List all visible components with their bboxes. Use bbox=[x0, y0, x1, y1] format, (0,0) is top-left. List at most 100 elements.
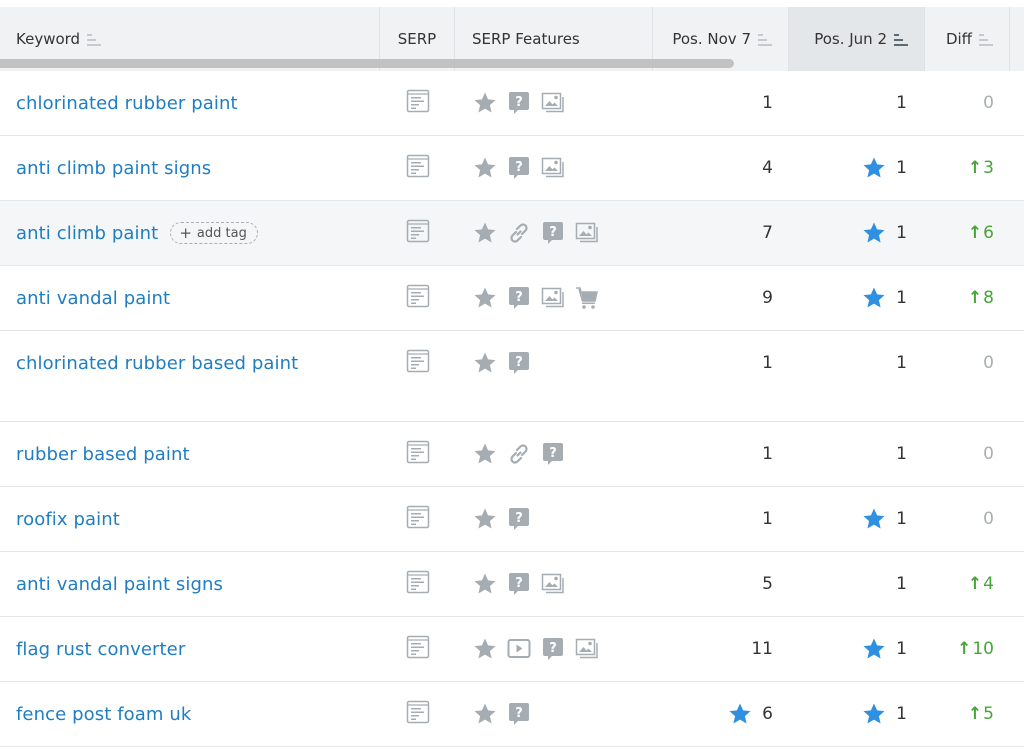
serp-cell bbox=[406, 201, 430, 265]
serp-snapshot-icon[interactable] bbox=[406, 570, 430, 598]
star-icon[interactable] bbox=[472, 90, 498, 116]
diff-value: 4 bbox=[983, 574, 994, 594]
serp-snapshot-icon[interactable] bbox=[406, 89, 430, 117]
arrow-up-icon: ↑ bbox=[957, 639, 972, 659]
sort-icon[interactable] bbox=[87, 34, 102, 46]
star-icon[interactable] bbox=[472, 285, 498, 311]
position-jun-2-cell: 1 bbox=[862, 136, 907, 200]
serp-snapshot-icon[interactable] bbox=[406, 219, 430, 247]
table-row[interactable]: anti vandal paint ? 9 1 ↑ 8 bbox=[0, 266, 1024, 331]
table-header: Keyword SERP SERP Features Pos. Nov 7 Po… bbox=[0, 7, 1024, 72]
table-row[interactable]: fence post foam uk ? 6 1 ↑ 5 bbox=[0, 682, 1024, 747]
table-row[interactable]: flag rust converter ? 11 1 ↑ 10 bbox=[0, 617, 1024, 682]
question-icon[interactable]: ? bbox=[506, 350, 532, 376]
cart-icon[interactable] bbox=[574, 285, 600, 311]
image-icon[interactable] bbox=[574, 220, 600, 246]
serp-features-cell: ? bbox=[472, 71, 566, 135]
sort-active-icon[interactable] bbox=[894, 34, 908, 46]
question-icon[interactable]: ? bbox=[540, 220, 566, 246]
star-icon[interactable] bbox=[472, 350, 498, 376]
column-label: Pos. Jun 2 bbox=[814, 30, 887, 48]
keyword-link[interactable]: anti climb paint bbox=[16, 223, 158, 244]
star-icon[interactable] bbox=[472, 636, 498, 662]
table-row[interactable]: chlorinated rubber based paint ? 1 1 0 bbox=[0, 331, 1024, 422]
keyword-link[interactable]: anti vandal paint bbox=[16, 266, 170, 330]
link-icon[interactable] bbox=[506, 441, 532, 467]
question-icon[interactable]: ? bbox=[506, 571, 532, 597]
table-row[interactable]: rubber based paint ? 1 1 0 bbox=[0, 422, 1024, 487]
video-icon[interactable] bbox=[506, 636, 532, 662]
position-value: 1 bbox=[896, 444, 907, 464]
table-row[interactable]: chlorinated rubber paint ? 1 1 0 bbox=[0, 71, 1024, 136]
svg-text:?: ? bbox=[549, 446, 557, 461]
table-row[interactable]: anti climb paint + add tag ? 7 1 ↑ 6 bbox=[0, 201, 1024, 266]
table-row[interactable]: anti vandal paint signs ? 5 1 ↑ 4 bbox=[0, 552, 1024, 617]
keyword-link[interactable]: fence post foam uk bbox=[16, 682, 191, 746]
star-icon[interactable] bbox=[472, 506, 498, 532]
position-value: 1 bbox=[896, 509, 907, 529]
svg-text:?: ? bbox=[515, 160, 523, 175]
position-jun-2-cell: 1 bbox=[862, 617, 907, 681]
question-icon[interactable]: ? bbox=[540, 636, 566, 662]
question-icon[interactable]: ? bbox=[506, 506, 532, 532]
question-icon[interactable]: ? bbox=[540, 441, 566, 467]
image-icon[interactable] bbox=[540, 571, 566, 597]
star-icon[interactable] bbox=[472, 571, 498, 597]
serp-cell bbox=[406, 266, 430, 330]
keyword-link[interactable]: roofix paint bbox=[16, 487, 120, 551]
add-tag-button[interactable]: + add tag bbox=[170, 222, 258, 244]
serp-cell bbox=[406, 71, 430, 135]
horizontal-scrollbar[interactable] bbox=[0, 59, 734, 68]
serp-cell bbox=[406, 487, 430, 551]
link-icon[interactable] bbox=[506, 220, 532, 246]
serp-snapshot-icon[interactable] bbox=[406, 505, 430, 533]
image-icon[interactable] bbox=[540, 90, 566, 116]
question-icon[interactable]: ? bbox=[506, 701, 532, 727]
image-icon[interactable] bbox=[540, 155, 566, 181]
serp-snapshot-icon[interactable] bbox=[406, 700, 430, 728]
star-icon[interactable] bbox=[472, 701, 498, 727]
serp-features-cell: ? bbox=[472, 201, 600, 265]
position-value: 1 bbox=[762, 93, 773, 113]
plus-icon: + bbox=[179, 224, 192, 242]
star-icon[interactable] bbox=[472, 441, 498, 467]
serp-feature-star-icon bbox=[862, 507, 886, 531]
column-header-pos-jun-2[interactable]: Pos. Jun 2 bbox=[789, 7, 925, 71]
svg-text:?: ? bbox=[549, 641, 557, 656]
column-label: Pos. Nov 7 bbox=[672, 30, 751, 48]
position-value: 1 bbox=[896, 93, 907, 113]
diff-value: 8 bbox=[983, 288, 994, 308]
serp-cell bbox=[406, 552, 430, 616]
serp-snapshot-icon[interactable] bbox=[406, 635, 430, 663]
diff-cell: ↑ 4 bbox=[968, 552, 994, 616]
table-row[interactable]: anti climb paint signs ? 4 1 ↑ 3 bbox=[0, 136, 1024, 201]
sort-icon[interactable] bbox=[979, 34, 993, 46]
serp-snapshot-icon[interactable] bbox=[406, 154, 430, 182]
star-icon[interactable] bbox=[472, 220, 498, 246]
star-icon[interactable] bbox=[472, 155, 498, 181]
keyword-link[interactable]: chlorinated rubber paint bbox=[16, 71, 238, 135]
keyword-link[interactable]: chlorinated rubber based paint bbox=[16, 331, 298, 395]
image-icon[interactable] bbox=[574, 636, 600, 662]
keyword-link[interactable]: anti vandal paint signs bbox=[16, 552, 223, 616]
keyword-link[interactable]: rubber based paint bbox=[16, 422, 190, 486]
question-icon[interactable]: ? bbox=[506, 90, 532, 116]
position-value: 1 bbox=[896, 639, 907, 659]
image-icon[interactable] bbox=[540, 285, 566, 311]
position-value: 1 bbox=[896, 288, 907, 308]
serp-snapshot-icon[interactable] bbox=[406, 284, 430, 312]
keyword-link[interactable]: anti climb paint signs bbox=[16, 136, 211, 200]
keyword-link[interactable]: flag rust converter bbox=[16, 617, 185, 681]
serp-snapshot-icon[interactable] bbox=[406, 440, 430, 468]
sort-icon[interactable] bbox=[758, 34, 772, 46]
svg-text:?: ? bbox=[515, 576, 523, 591]
diff-value: 0 bbox=[983, 509, 994, 529]
question-icon[interactable]: ? bbox=[506, 285, 532, 311]
column-header-diff[interactable]: Diff bbox=[925, 7, 1010, 71]
question-icon[interactable]: ? bbox=[506, 155, 532, 181]
serp-snapshot-icon[interactable] bbox=[406, 349, 430, 377]
serp-feature-star-icon bbox=[728, 702, 752, 726]
position-jun-2-cell: 1 bbox=[896, 331, 907, 395]
table-row[interactable]: roofix paint ? 1 1 0 bbox=[0, 487, 1024, 552]
diff-value: 0 bbox=[983, 444, 994, 464]
